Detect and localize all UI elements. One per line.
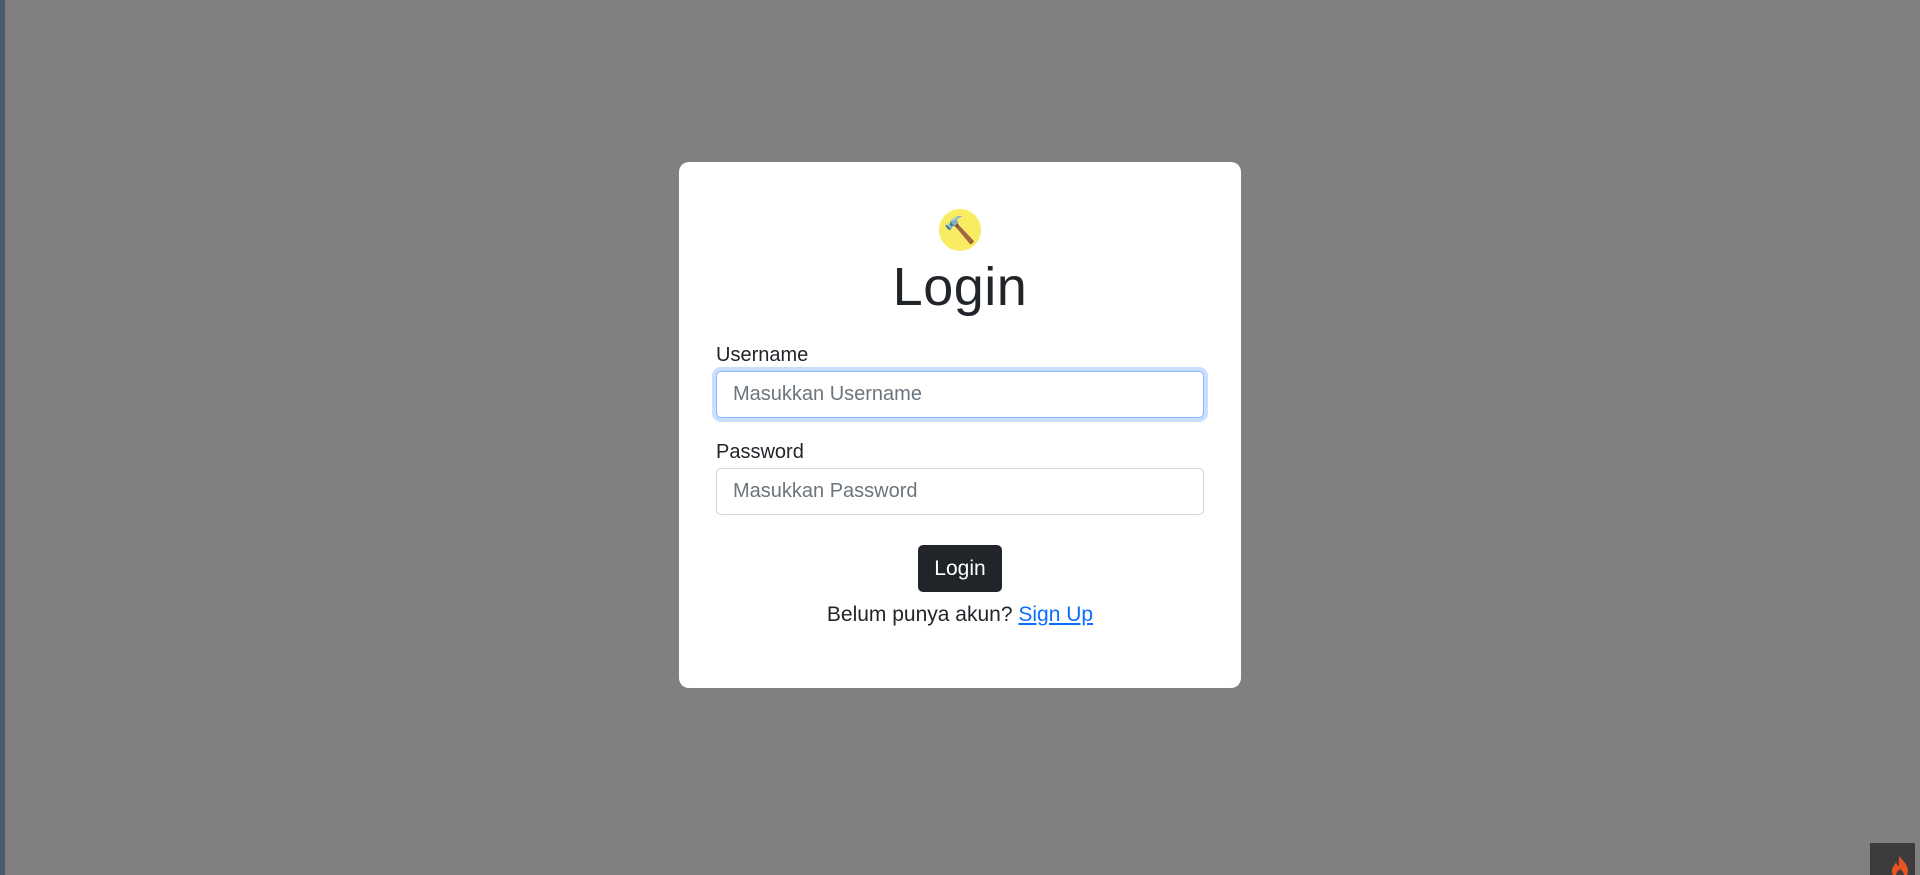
login-card: 🔨 Login Username Password Login Belum pu… <box>679 162 1241 688</box>
login-button[interactable]: Login <box>918 545 1002 592</box>
username-input[interactable] <box>716 371 1204 418</box>
signup-prompt-text: Belum punya akun? <box>826 603 1013 626</box>
logo-container: 🔨 <box>716 209 1204 251</box>
submit-container: Login <box>716 545 1204 592</box>
signup-link[interactable]: Sign Up <box>1018 603 1093 626</box>
flame-icon <box>1892 856 1908 875</box>
password-label: Password <box>716 441 804 463</box>
signup-prompt-line: Belum punya akun? Sign Up <box>716 602 1204 628</box>
password-input[interactable] <box>716 468 1204 515</box>
page-title: Login <box>892 257 1028 317</box>
window-edge <box>0 0 5 875</box>
debug-toolbar-toggle[interactable] <box>1870 843 1915 875</box>
hammer-icon: 🔨 <box>939 209 981 251</box>
username-label: Username <box>716 344 809 366</box>
